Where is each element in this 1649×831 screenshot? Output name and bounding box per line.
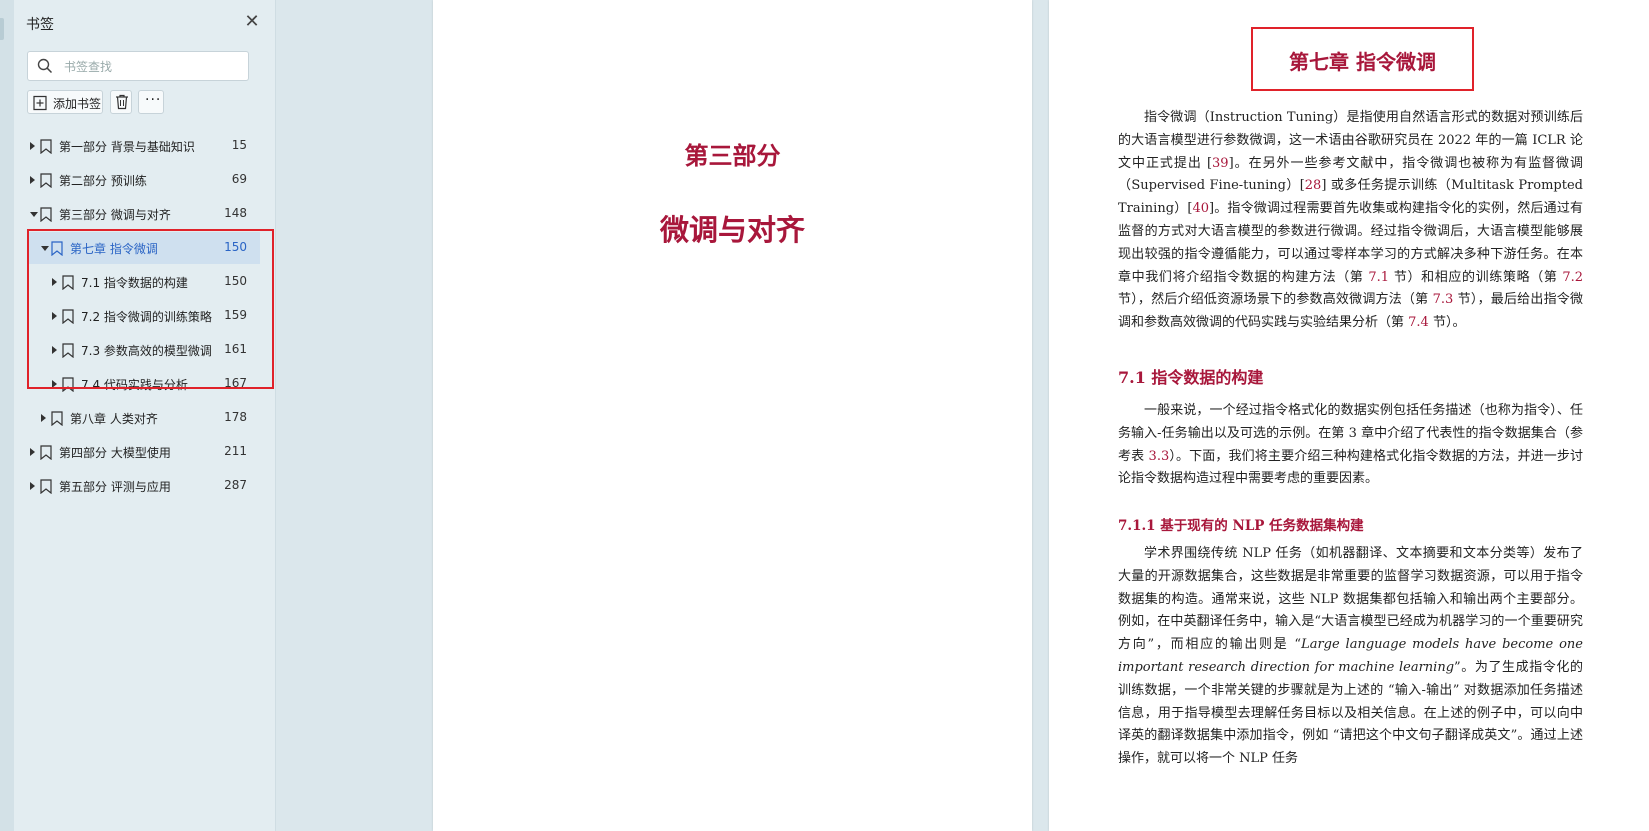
bookmark-page-number: 150 — [224, 274, 247, 288]
text-run: ”。为了生成指令化的训练数据，一个非常关键的步骤就是为上述的 “输入-输出” 对… — [1118, 659, 1583, 767]
bookmark-search-box[interactable] — [27, 51, 249, 81]
chapter-title: 第七章 指令微调 — [1289, 50, 1436, 74]
more-icon: ··· — [145, 92, 162, 108]
bookmark-icon — [40, 139, 52, 154]
bookmark-item[interactable]: 7.2 指令微调的训练策略 159 — [14, 300, 260, 332]
bookmark-icon — [40, 207, 52, 222]
bookmark-item-selected[interactable]: 第七章 指令微调 150 — [27, 232, 260, 264]
collapse-arrow-icon[interactable] — [41, 246, 49, 251]
reference-link[interactable]: 40 — [1192, 201, 1209, 216]
bookmark-page-number: 69 — [231, 172, 247, 186]
bookmark-label: 第一部分 背景与基础知识 — [59, 140, 195, 154]
bookmark-item[interactable]: 第三部分 微调与对齐 148 — [14, 198, 260, 230]
bookmark-item[interactable]: 第八章 人类对齐 178 — [14, 402, 260, 434]
bookmark-item[interactable]: 7.4 代码实践与分析 167 — [14, 368, 260, 400]
expand-arrow-icon[interactable] — [30, 142, 35, 150]
search-icon — [37, 58, 53, 74]
bookmark-label: 7.3 参数高效的模型微调 — [81, 344, 212, 358]
bookmark-label: 7.4 代码实践与分析 — [81, 378, 188, 392]
bookmark-item[interactable]: 第五部分 评测与应用 287 — [14, 470, 260, 502]
panel-title: 书签 — [26, 17, 54, 33]
bookmark-page-number: 211 — [224, 444, 247, 458]
part-number: 第三部分 — [684, 141, 781, 170]
section-7-1-1-heading: 7.1.1 基于现有的 NLP 任务数据集构建 — [1118, 518, 1364, 534]
bookmark-page-number: 287 — [224, 478, 247, 492]
bookmark-icon — [62, 309, 74, 324]
expand-arrow-icon[interactable] — [41, 414, 46, 422]
bookmark-label: 第八章 人类对齐 — [70, 412, 158, 426]
bookmark-icon — [62, 377, 74, 392]
bookmark-icon — [62, 275, 74, 290]
bookmark-label: 第四部分 大模型使用 — [59, 446, 171, 460]
bookmark-item[interactable]: 7.3 参数高效的模型微调 161 — [14, 334, 260, 366]
add-bookmark-icon — [33, 95, 47, 111]
delete-bookmark-button[interactable] — [110, 90, 132, 114]
bookmark-label: 7.2 指令微调的训练策略 — [81, 310, 212, 324]
bookmark-item[interactable]: 7.1 指令数据的构建 150 — [14, 266, 260, 298]
bookmark-icon — [40, 173, 52, 188]
bookmark-item[interactable]: 第一部分 背景与基础知识 15 — [14, 130, 260, 162]
bookmark-search-input[interactable] — [62, 56, 246, 78]
bookmark-label: 7.1 指令数据的构建 — [81, 276, 188, 290]
text-run: 节），然后介绍低资源场景下的参数高效微调方法（第 — [1118, 292, 1433, 308]
chapter-highlight-box: 第七章 指令微调 — [1251, 27, 1474, 91]
bookmark-page-number: 159 — [224, 308, 247, 322]
text-run: 节）。 — [1428, 315, 1466, 331]
bookmark-panel: 书签 ✕ 添加书签 ··· 第一部分 背景与基础知识 15 第二部分 预训练 69 第三… — [14, 0, 276, 831]
expand-arrow-icon[interactable] — [52, 346, 57, 354]
expand-arrow-icon[interactable] — [30, 448, 35, 456]
part-name: 微调与对齐 — [659, 213, 805, 247]
text-run: 节）和相应的训练策略（第 — [1389, 269, 1563, 285]
reference-link[interactable]: 28 — [1305, 178, 1322, 193]
section-7-1-1-paragraph: 学术界围绕传统 NLP 任务（如机器翻译、文本摘要和文本分类等）发布了大量的开源… — [1118, 543, 1583, 771]
bookmark-label: 第五部分 评测与应用 — [59, 480, 171, 494]
section-7-1-heading: 7.1 指令数据的构建 — [1118, 368, 1264, 387]
bookmark-label: 第三部分 微调与对齐 — [59, 208, 171, 222]
section-7-1-paragraph: 一般来说，一个经过指令格式化的数据实例包括任务描述（也称为指令）、任务输入-任务… — [1118, 400, 1583, 491]
trash-icon — [116, 94, 128, 110]
bookmark-icon — [51, 241, 63, 256]
intro-paragraph: 指令微调（Instruction Tuning）是指使用自然语言形式的数据对预训… — [1118, 107, 1583, 335]
add-bookmark-button[interactable]: 添加书签 — [27, 90, 103, 114]
bookmark-page-number: 148 — [224, 206, 247, 220]
reference-link[interactable]: 3.3 — [1149, 449, 1170, 464]
more-options-button[interactable]: ··· — [138, 90, 164, 114]
close-icon[interactable]: ✕ — [242, 12, 262, 32]
left-edge-strip — [0, 0, 14, 831]
bookmark-page-number: 161 — [224, 342, 247, 356]
bookmark-page-number: 15 — [231, 138, 247, 152]
text-run: ）。下面，我们将主要介绍三种构建格式化指令数据的方法，并进一步讨论指令数据构造过… — [1118, 448, 1583, 487]
reference-link[interactable]: 7.2 — [1562, 270, 1583, 285]
bookmark-item[interactable]: 第四部分 大模型使用 211 — [14, 436, 260, 468]
expand-arrow-icon[interactable] — [52, 312, 57, 320]
bookmark-label: 第二部分 预训练 — [59, 174, 147, 188]
reference-link[interactable]: 7.4 — [1408, 315, 1429, 330]
pdf-page-left: 第三部分 微调与对齐 — [433, 0, 1032, 831]
bookmark-page-number: 178 — [224, 410, 247, 424]
bookmark-item[interactable]: 第二部分 预训练 69 — [14, 164, 260, 196]
expand-arrow-icon[interactable] — [30, 176, 35, 184]
collapse-arrow-icon[interactable] — [30, 212, 38, 217]
reference-link[interactable]: 39 — [1212, 156, 1229, 171]
expand-arrow-icon[interactable] — [52, 380, 57, 388]
bookmark-icon — [51, 411, 63, 426]
bookmark-page-number: 167 — [224, 376, 247, 390]
bookmark-icon — [62, 343, 74, 358]
expand-arrow-icon[interactable] — [52, 278, 57, 286]
reference-link[interactable]: 7.1 — [1368, 270, 1389, 285]
bookmark-icon — [40, 445, 52, 460]
bookmark-label: 第七章 指令微调 — [70, 242, 158, 256]
pdf-page-right: 第七章 指令微调 指令微调（Instruction Tuning）是指使用自然语… — [1049, 0, 1649, 831]
bookmark-icon — [40, 479, 52, 494]
reference-link[interactable]: 7.3 — [1433, 292, 1454, 307]
panel-tab[interactable] — [0, 18, 4, 40]
bookmark-page-number: 150 — [224, 240, 247, 254]
expand-arrow-icon[interactable] — [30, 482, 35, 490]
add-bookmark-label: 添加书签 — [53, 97, 102, 111]
